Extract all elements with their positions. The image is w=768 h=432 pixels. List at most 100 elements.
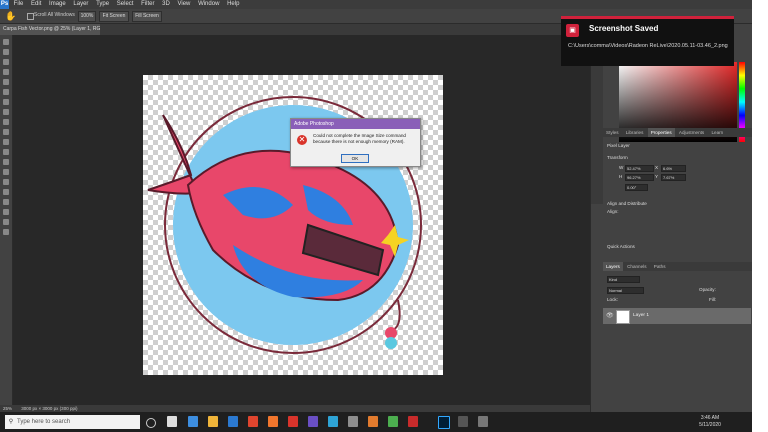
edge-icon[interactable] <box>188 416 198 427</box>
menu-help[interactable]: Help <box>224 0 242 9</box>
app-icon-4[interactable] <box>368 416 378 427</box>
hand-tool-icon[interactable]: ✋ <box>5 11 17 21</box>
height-field[interactable]: 96.27% <box>625 174 654 181</box>
dialog-message: Could not complete the Image Size comman… <box>313 133 406 144</box>
zoom-level[interactable]: 25% <box>0 406 12 411</box>
layer-row[interactable]: 👁 Layer 1 <box>603 308 751 324</box>
document-tab[interactable]: Carpa Fish Vector.png @ 25% (Layer 1, RG… <box>0 24 100 35</box>
tab-styles[interactable]: Styles <box>603 128 622 137</box>
zoom-tool-icon[interactable] <box>3 229 9 235</box>
marquee-tool-icon[interactable] <box>3 49 9 55</box>
kind-filter[interactable]: Kind <box>607 276 640 283</box>
capture-icon: ▣ <box>566 24 579 37</box>
menu-layer[interactable]: Layer <box>70 0 91 9</box>
menu-file[interactable]: File <box>11 0 27 9</box>
align-label: Align: <box>607 209 619 214</box>
ok-button[interactable]: OK <box>341 154 369 163</box>
chrome-icon[interactable] <box>248 416 258 427</box>
app-icon-1[interactable] <box>308 416 318 427</box>
w-label: W <box>619 165 624 170</box>
lock-label: Lock: <box>607 297 618 302</box>
pixel-layer-label: Pixel Layer <box>607 143 630 148</box>
clock-time: 3:46 AM <box>700 415 720 421</box>
type-tool-icon[interactable] <box>3 189 9 195</box>
menu-image[interactable]: Image <box>46 0 69 9</box>
layers-tabs: Layers Channels Paths <box>603 262 752 271</box>
transform-heading[interactable]: Transform <box>607 155 628 160</box>
menu-3d[interactable]: 3D <box>159 0 173 9</box>
eyedropper-tool-icon[interactable] <box>3 89 9 95</box>
tab-paths[interactable]: Paths <box>651 262 669 271</box>
system-clock[interactable]: 3:46 AM 5/11/2020 <box>680 415 740 429</box>
dodge-tool-icon[interactable] <box>3 169 9 175</box>
menu-type[interactable]: Type <box>93 0 112 9</box>
app-icon-2[interactable] <box>328 416 338 427</box>
fill-label: Fill: <box>709 297 717 302</box>
menu-select[interactable]: Select <box>114 0 137 9</box>
healing-tool-icon[interactable] <box>3 99 9 105</box>
app-icon-5[interactable] <box>388 416 398 427</box>
scroll-all-windows-label: Scroll All Windows <box>34 12 75 18</box>
menu-filter[interactable]: Filter <box>138 0 157 9</box>
align-heading[interactable]: Align and Distribute <box>607 201 647 206</box>
quick-actions-heading[interactable]: Quick Actions <box>607 244 635 249</box>
screenshot-saved-notification[interactable]: ▣ Screenshot Saved C:\Users\comma\Videos… <box>561 16 734 66</box>
visibility-eye-icon[interactable]: 👁 <box>606 312 614 319</box>
x-field[interactable]: 6.6% <box>661 165 686 172</box>
firefox-icon[interactable] <box>268 416 278 427</box>
width-field[interactable]: 52.47% <box>625 165 654 172</box>
y-field[interactable]: 7.67% <box>661 174 686 181</box>
blend-mode-select[interactable]: Normal <box>607 287 644 294</box>
app-icon-6[interactable] <box>458 416 468 427</box>
path-select-tool-icon[interactable] <box>3 199 9 205</box>
tab-properties[interactable]: Properties <box>647 128 675 137</box>
fit-screen-button[interactable]: Fit Screen <box>99 11 129 22</box>
tab-adjustments[interactable]: Adjustments <box>676 128 707 137</box>
app-icon-3[interactable] <box>348 416 358 427</box>
store-icon[interactable] <box>228 416 238 427</box>
radeon-icon[interactable] <box>408 416 418 427</box>
brush-tool-icon[interactable] <box>3 109 9 115</box>
tab-channels[interactable]: Channels <box>624 262 649 271</box>
photoshop-logo-icon: Ps <box>0 0 9 9</box>
brave-icon[interactable] <box>288 416 298 427</box>
clock-date: 5/11/2020 <box>699 422 721 428</box>
zoom-100-button[interactable]: 100% <box>78 11 96 22</box>
task-view-icon[interactable] <box>167 416 177 427</box>
eraser-tool-icon[interactable] <box>3 139 9 145</box>
gradient-tool-icon[interactable] <box>3 149 9 155</box>
menu-view[interactable]: View <box>174 0 193 9</box>
tab-libraries[interactable]: Libraries <box>623 128 647 137</box>
scroll-all-windows-checkbox[interactable] <box>27 13 34 20</box>
tab-learn[interactable]: Learn <box>708 128 726 137</box>
angle-field[interactable]: 0.00° <box>625 184 648 191</box>
move-tool-icon[interactable] <box>3 39 9 45</box>
menu-window[interactable]: Window <box>195 0 222 9</box>
hand-tool-icon[interactable] <box>3 219 9 225</box>
bobber-bottom <box>385 337 397 349</box>
crop-tool-icon[interactable] <box>3 79 9 85</box>
history-brush-icon[interactable] <box>3 129 9 135</box>
file-explorer-icon[interactable] <box>208 416 218 427</box>
quick-select-tool-icon[interactable] <box>3 69 9 75</box>
tab-layers[interactable]: Layers <box>603 262 623 271</box>
pen-tool-icon[interactable] <box>3 179 9 185</box>
shape-tool-icon[interactable] <box>3 209 9 215</box>
cortana-icon[interactable] <box>146 418 156 428</box>
stamp-tool-icon[interactable] <box>3 119 9 125</box>
error-dialog: Adobe Photoshop ✕ Could not complete the… <box>290 118 421 167</box>
app-icon-7[interactable] <box>478 416 488 427</box>
canvas-area[interactable] <box>13 35 590 405</box>
menu-edit[interactable]: Edit <box>28 0 44 9</box>
taskbar-search-box[interactable]: ⚲ Type here to search <box>5 415 140 429</box>
layer-name[interactable]: Layer 1 <box>633 308 649 324</box>
blur-tool-icon[interactable] <box>3 159 9 165</box>
fill-screen-button[interactable]: Fill Screen <box>132 11 162 22</box>
tools-panel <box>0 35 13 405</box>
y-label: Y <box>655 174 659 179</box>
screen-edge <box>752 0 768 432</box>
lasso-tool-icon[interactable] <box>3 59 9 65</box>
search-icon: ⚲ <box>8 419 14 425</box>
photoshop-taskbar-icon[interactable] <box>438 416 450 429</box>
search-placeholder: Type here to search <box>17 419 71 425</box>
